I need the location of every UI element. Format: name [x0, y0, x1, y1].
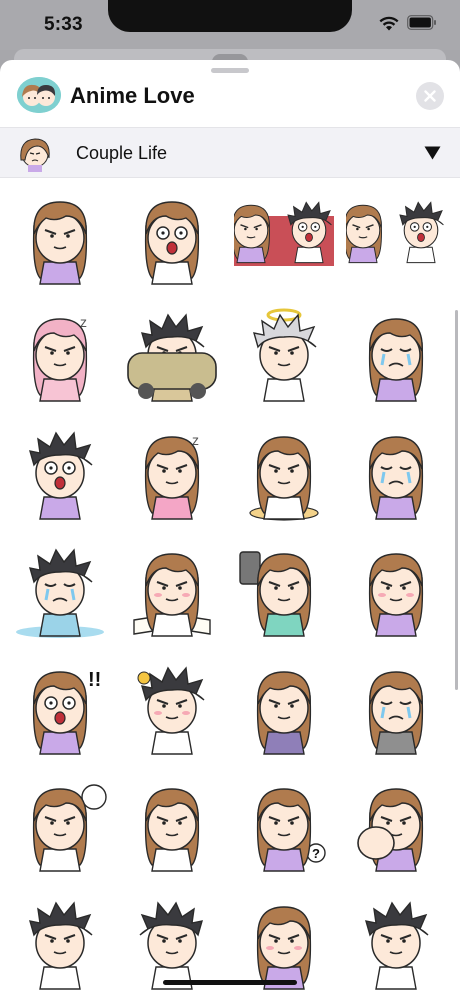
- svg-text:!!: !!: [88, 669, 101, 691]
- sticker-illustration: [249, 436, 319, 521]
- sticker-illustration: [357, 788, 424, 872]
- sticker-illustration: z: [32, 314, 88, 402]
- sheet-grabber[interactable]: [211, 68, 249, 73]
- sticker-illustration: [137, 666, 205, 755]
- sticker-question[interactable]: ?: [234, 773, 334, 873]
- wifi-icon: [379, 16, 399, 31]
- sticker-sleeping[interactable]: z: [10, 303, 110, 403]
- sticker-angry[interactable]: [234, 656, 334, 756]
- sticker-blush[interactable]: [346, 538, 446, 638]
- sticker-flower[interactable]: [122, 656, 222, 756]
- sticker-illustration: [344, 201, 444, 264]
- status-time: 5:33: [44, 14, 83, 35]
- close-icon: [424, 90, 436, 102]
- battery-icon: [407, 15, 436, 30]
- sticker-annoyed[interactable]: [10, 186, 110, 286]
- sticker-grid: z z!!?: [0, 180, 460, 996]
- pack-thumbnail: [20, 138, 50, 172]
- sticker-running[interactable]: [122, 773, 222, 873]
- close-button[interactable]: [416, 82, 444, 110]
- sticker-car[interactable]: [122, 303, 222, 403]
- app-icon: [17, 77, 61, 113]
- sticker-couple[interactable]: [232, 186, 334, 286]
- sticker-illustration: [144, 201, 200, 285]
- sticker-illustration: [32, 784, 107, 872]
- sticker-illustration: [32, 201, 88, 285]
- sticker-illustration: [29, 901, 93, 990]
- sticker-illustration: [239, 551, 312, 637]
- sticker-couple[interactable]: [344, 186, 446, 286]
- sticker-sheet: Anime Love Couple Life z z!!?: [0, 60, 460, 996]
- sticker-shouting[interactable]: [10, 421, 110, 521]
- sticker-illustration: [16, 548, 104, 638]
- pack-selector[interactable]: Couple Life: [0, 127, 460, 178]
- sticker-illustration: [144, 788, 200, 872]
- sticker-waving[interactable]: [122, 891, 222, 991]
- sticker-illustration: ?: [256, 788, 326, 872]
- sticker-crying[interactable]: [346, 303, 446, 403]
- sticker-illustration: [133, 553, 211, 637]
- sticker-sleeping[interactable]: z: [122, 421, 222, 521]
- app-title: Anime Love: [70, 83, 195, 108]
- sticker-selfie[interactable]: [234, 538, 334, 638]
- sheet-header: Anime Love: [0, 74, 460, 124]
- sticker-illustration: [256, 906, 312, 990]
- sticker-sad[interactable]: [10, 538, 110, 638]
- chevron-down-icon[interactable]: [424, 146, 441, 160]
- sticker-angel[interactable]: [234, 303, 334, 403]
- device-notch: [108, 0, 352, 32]
- status-bar: 5:33: [0, 0, 460, 50]
- sticker-illustration: !!: [32, 669, 101, 755]
- sticker-illustration: [368, 671, 424, 755]
- sticker-crying[interactable]: [346, 421, 446, 521]
- sticker-nervous[interactable]: [10, 891, 110, 991]
- sticker-surprised[interactable]: !!: [10, 656, 110, 756]
- sticker-eating[interactable]: [234, 421, 334, 521]
- sticker-illustration: [368, 436, 424, 520]
- sticker-reading[interactable]: [122, 538, 222, 638]
- sticker-illustration: [368, 318, 424, 402]
- sticker-illustration: [253, 308, 317, 402]
- pack-name: Couple Life: [76, 143, 168, 163]
- sticker-illustration: [365, 901, 429, 990]
- sticker-illustration: [29, 431, 93, 520]
- sticker-illustration: [368, 553, 424, 637]
- sticker-illustration: [127, 313, 217, 402]
- sticker-illustration: [232, 201, 334, 266]
- sticker-shocked[interactable]: [122, 186, 222, 286]
- svg-text:?: ?: [312, 846, 320, 861]
- sticker-illustration: [256, 671, 312, 755]
- sticker-illustration: [139, 901, 203, 990]
- sticker-shrug[interactable]: [346, 891, 446, 991]
- sticker-illustration: z: [144, 432, 200, 520]
- sticker-blush[interactable]: [234, 891, 334, 991]
- sticker-punch[interactable]: [346, 773, 446, 873]
- scroll-indicator[interactable]: [455, 310, 458, 690]
- home-indicator[interactable]: [163, 980, 297, 985]
- sticker-thinking[interactable]: [10, 773, 110, 873]
- sticker-tired[interactable]: [346, 656, 446, 756]
